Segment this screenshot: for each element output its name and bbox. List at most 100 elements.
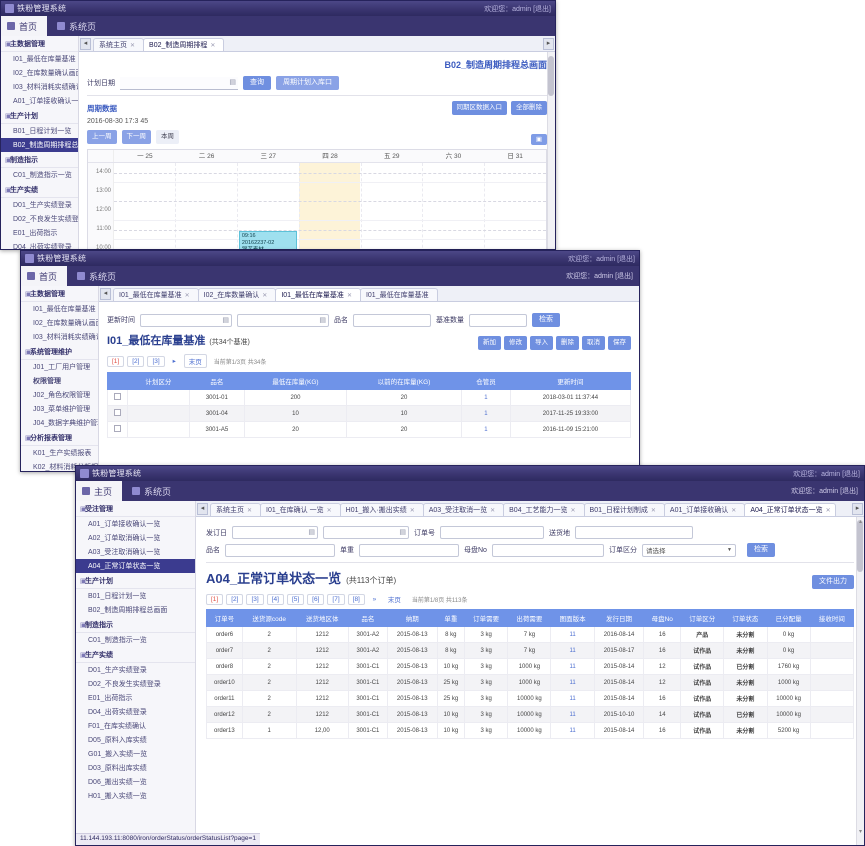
table-row[interactable]: order8 2 1212 3001-C1 2015-08-13 10 kg 3 kg 100… (206, 658, 855, 675)
sidebar-item[interactable]: I03_材料消耗实绩确认画面 (1, 80, 78, 94)
sidebar-group-order[interactable]: ▣受注管理 (76, 501, 195, 517)
sidebar-mid[interactable]: ▣主数据管理 I01_最低在库量基准 I02_在库数量确认画面 I03_材料消耗… (21, 286, 99, 471)
page-next-button[interactable]: ▸ (167, 356, 181, 366)
export-file-button[interactable]: 文件出力 (812, 575, 854, 589)
weight-input[interactable] (359, 543, 459, 557)
import-data-button[interactable]: 同期区数据入口 (451, 101, 507, 115)
sidebar-item[interactable]: J04_数据字典维护管理 (21, 416, 98, 430)
checkbox[interactable] (114, 409, 121, 416)
sidebar-group-instruction[interactable]: ▣制造指示 (76, 617, 195, 633)
sidebar-item-d01[interactable]: D01_生产实绩登录 (76, 663, 195, 677)
sidebar-item[interactable]: I02_在库数量确认画面 (1, 66, 78, 80)
sidebar-item[interactable]: D02_不良发生实绩登录 (1, 212, 78, 226)
date-to-input[interactable]: ▤ (237, 313, 329, 327)
page-button[interactable]: [3] (147, 355, 165, 367)
sidebar-group[interactable]: ▣系统管理维护 (21, 344, 98, 360)
deliver-input[interactable] (575, 526, 693, 539)
schedule-calendar[interactable]: 一 25 二 26 三 27 四 28 五 29 六 30 日 31 14:00… (87, 149, 547, 249)
tab-item[interactable]: A01_订单接收确认 ✕ (663, 503, 746, 516)
sidebar-item[interactable]: K01_生产实绩报表 (21, 446, 98, 460)
tab-item[interactable]: I01_最低在库量基准 ✕ (113, 288, 199, 301)
tab-item[interactable]: I01_在库确认 一览 ✕ (260, 503, 341, 516)
pagination-bottom[interactable]: [1] [2] [3] [4] [5] [6] [7] [8] » 末页 当前第… (206, 593, 854, 605)
schedule-event[interactable]: 09:16 20162237-02 钢芯素材 3001-31 (238, 231, 297, 249)
sidebar-item-d05[interactable]: D05_原料入库实绩 (76, 733, 195, 747)
vertical-scrollbar[interactable] (547, 52, 555, 249)
row-checkbox-cell[interactable] (107, 421, 128, 438)
sidebar-item[interactable]: D01_生产实绩登录 (1, 198, 78, 212)
sidebar-item[interactable]: I01_最低在库量基准 (21, 302, 98, 316)
page-button[interactable]: [4] (266, 593, 284, 605)
sidebar-item[interactable]: I03_材料消耗实绩确认画面 (21, 330, 98, 344)
tab-item[interactable]: A03_受注取消一览 ✕ (422, 503, 505, 516)
delete-all-button[interactable]: 全部删除 (511, 101, 547, 115)
calendar-icon[interactable]: ▤ (222, 316, 229, 324)
sidebar-item-f01[interactable]: F01_在库实绩确认 (76, 719, 195, 733)
menu-tab[interactable]: 系统页 (47, 16, 106, 36)
menu-tab[interactable]: 系统页 (67, 266, 126, 286)
sidebar-group[interactable]: ▣生产实绩 (1, 182, 78, 198)
page-button[interactable]: [8] (347, 593, 365, 605)
sidebar-item-h01[interactable]: H01_搬入实绩一览 (76, 789, 195, 803)
order-date-to-input[interactable]: ▤ (323, 526, 409, 539)
tab-item[interactable]: B01_日程计划制成 ✕ (583, 503, 665, 516)
page-button[interactable]: [2] (127, 355, 145, 367)
menu-tab[interactable]: 系统页 (122, 481, 181, 501)
page-last-button[interactable]: 末页 (383, 593, 405, 605)
sidebar-group[interactable]: ▣制造指示 (1, 152, 78, 168)
page-button[interactable]: [2] (226, 593, 244, 605)
close-icon[interactable]: ✕ (410, 508, 415, 514)
prev-week-button[interactable]: 上一周 (87, 130, 117, 144)
sidebar-item-e01[interactable]: E01_出荷指示 (76, 691, 195, 705)
order-date-from-input[interactable]: ▤ (232, 526, 318, 539)
sidebar-item[interactable]: D04_出荷实绩登录 (1, 240, 78, 249)
calendar-icon[interactable]: ▤ (399, 528, 406, 536)
home-tab[interactable]: 首页 (21, 266, 68, 286)
window-b02-schedule[interactable]: 铁粉管理系统 欢迎您：admin [退出] 首页 系统页 ▣主数据管理 I01_… (0, 0, 556, 250)
close-icon[interactable]: ✕ (347, 293, 352, 299)
name-input[interactable] (353, 313, 431, 327)
table-row[interactable]: 3001-04 10 10 1 2017-11-25 19:33:00 (107, 405, 632, 422)
tab-scroll-left-icon[interactable]: ◂ (197, 503, 208, 515)
sidebar-item-a04-selected[interactable]: A04_正常订单状态一览 (76, 559, 195, 573)
category-select[interactable]: 请选择 ▼ (641, 543, 736, 557)
tab-item[interactable]: 系统主页 ✕ (210, 503, 262, 516)
close-icon[interactable]: ✕ (651, 508, 656, 514)
tab-scroll-right-icon[interactable]: ▸ (852, 503, 863, 515)
sidebar-item-d04[interactable]: D04_出荷实绩登录 (76, 705, 195, 719)
tab-item[interactable]: I01_最低在库量基准 (359, 288, 438, 301)
sidebar-item-a03[interactable]: A03_受注取消确认一览 (76, 545, 195, 559)
calendar-icon[interactable]: ▤ (229, 78, 236, 86)
tabstrip-mid[interactable]: ◂ I01_最低在库量基准 ✕ I02_在库数量确认 ✕ I01_最低在库量基准 ✕ … (99, 286, 639, 302)
tab-item-active[interactable]: A04_正常订单状态一览 ✕ (744, 503, 837, 516)
close-icon[interactable]: ✕ (185, 293, 190, 299)
extra-input[interactable] (469, 313, 527, 327)
scroll-up-icon[interactable]: ▴ (859, 518, 862, 525)
table-row[interactable]: order6 2 1212 3001-A2 2015-08-13 8 kg 3 kg 7 kg… (206, 626, 855, 643)
titlebar-top[interactable]: 铁粉管理系统 欢迎您：admin [退出] (1, 1, 555, 16)
scroll-thumb[interactable] (857, 520, 863, 572)
close-icon[interactable]: ✕ (247, 508, 252, 514)
scroll-down-icon[interactable]: ▾ (859, 828, 862, 835)
add-button[interactable]: 新加 (478, 336, 501, 350)
close-icon[interactable]: ✕ (327, 508, 332, 514)
page-button[interactable]: [1] (206, 593, 224, 605)
sidebar-top[interactable]: ▣主数据管理 I01_最低在库量基准 I02_在库数量确认画面 I03_材料消耗… (1, 36, 79, 249)
calendar-grid[interactable]: 10:28 2015-7231-01 09:16 20162237-02 钢芯素… (114, 163, 546, 249)
search-button[interactable]: 检索 (532, 313, 560, 327)
next-week-button[interactable]: 下一周 (121, 130, 151, 144)
import-button[interactable]: 导入 (530, 336, 553, 350)
sidebar-item[interactable]: B01_日程计划一览 (1, 124, 78, 138)
save-button[interactable]: 保存 (608, 336, 631, 350)
close-icon[interactable]: ✕ (130, 43, 135, 49)
close-icon[interactable]: ✕ (571, 508, 576, 514)
sidebar-item[interactable]: A01_订单接收确认一览 (1, 94, 78, 108)
sidebar-group[interactable]: ▣生产计划 (1, 108, 78, 124)
sidebar-item-a01[interactable]: A01_订单接收确认一览 (76, 517, 195, 531)
sidebar-item-d03[interactable]: D03_原料出库实绩 (76, 761, 195, 775)
plan-entry-button[interactable]: 周期计划入库口 (276, 76, 339, 90)
row-checkbox-cell[interactable] (107, 405, 128, 422)
sidebar-item-b02[interactable]: B02_制造周期排程总画面 (76, 603, 195, 617)
date-from-input[interactable]: ▤ (140, 313, 232, 327)
close-icon[interactable]: ✕ (210, 43, 215, 49)
